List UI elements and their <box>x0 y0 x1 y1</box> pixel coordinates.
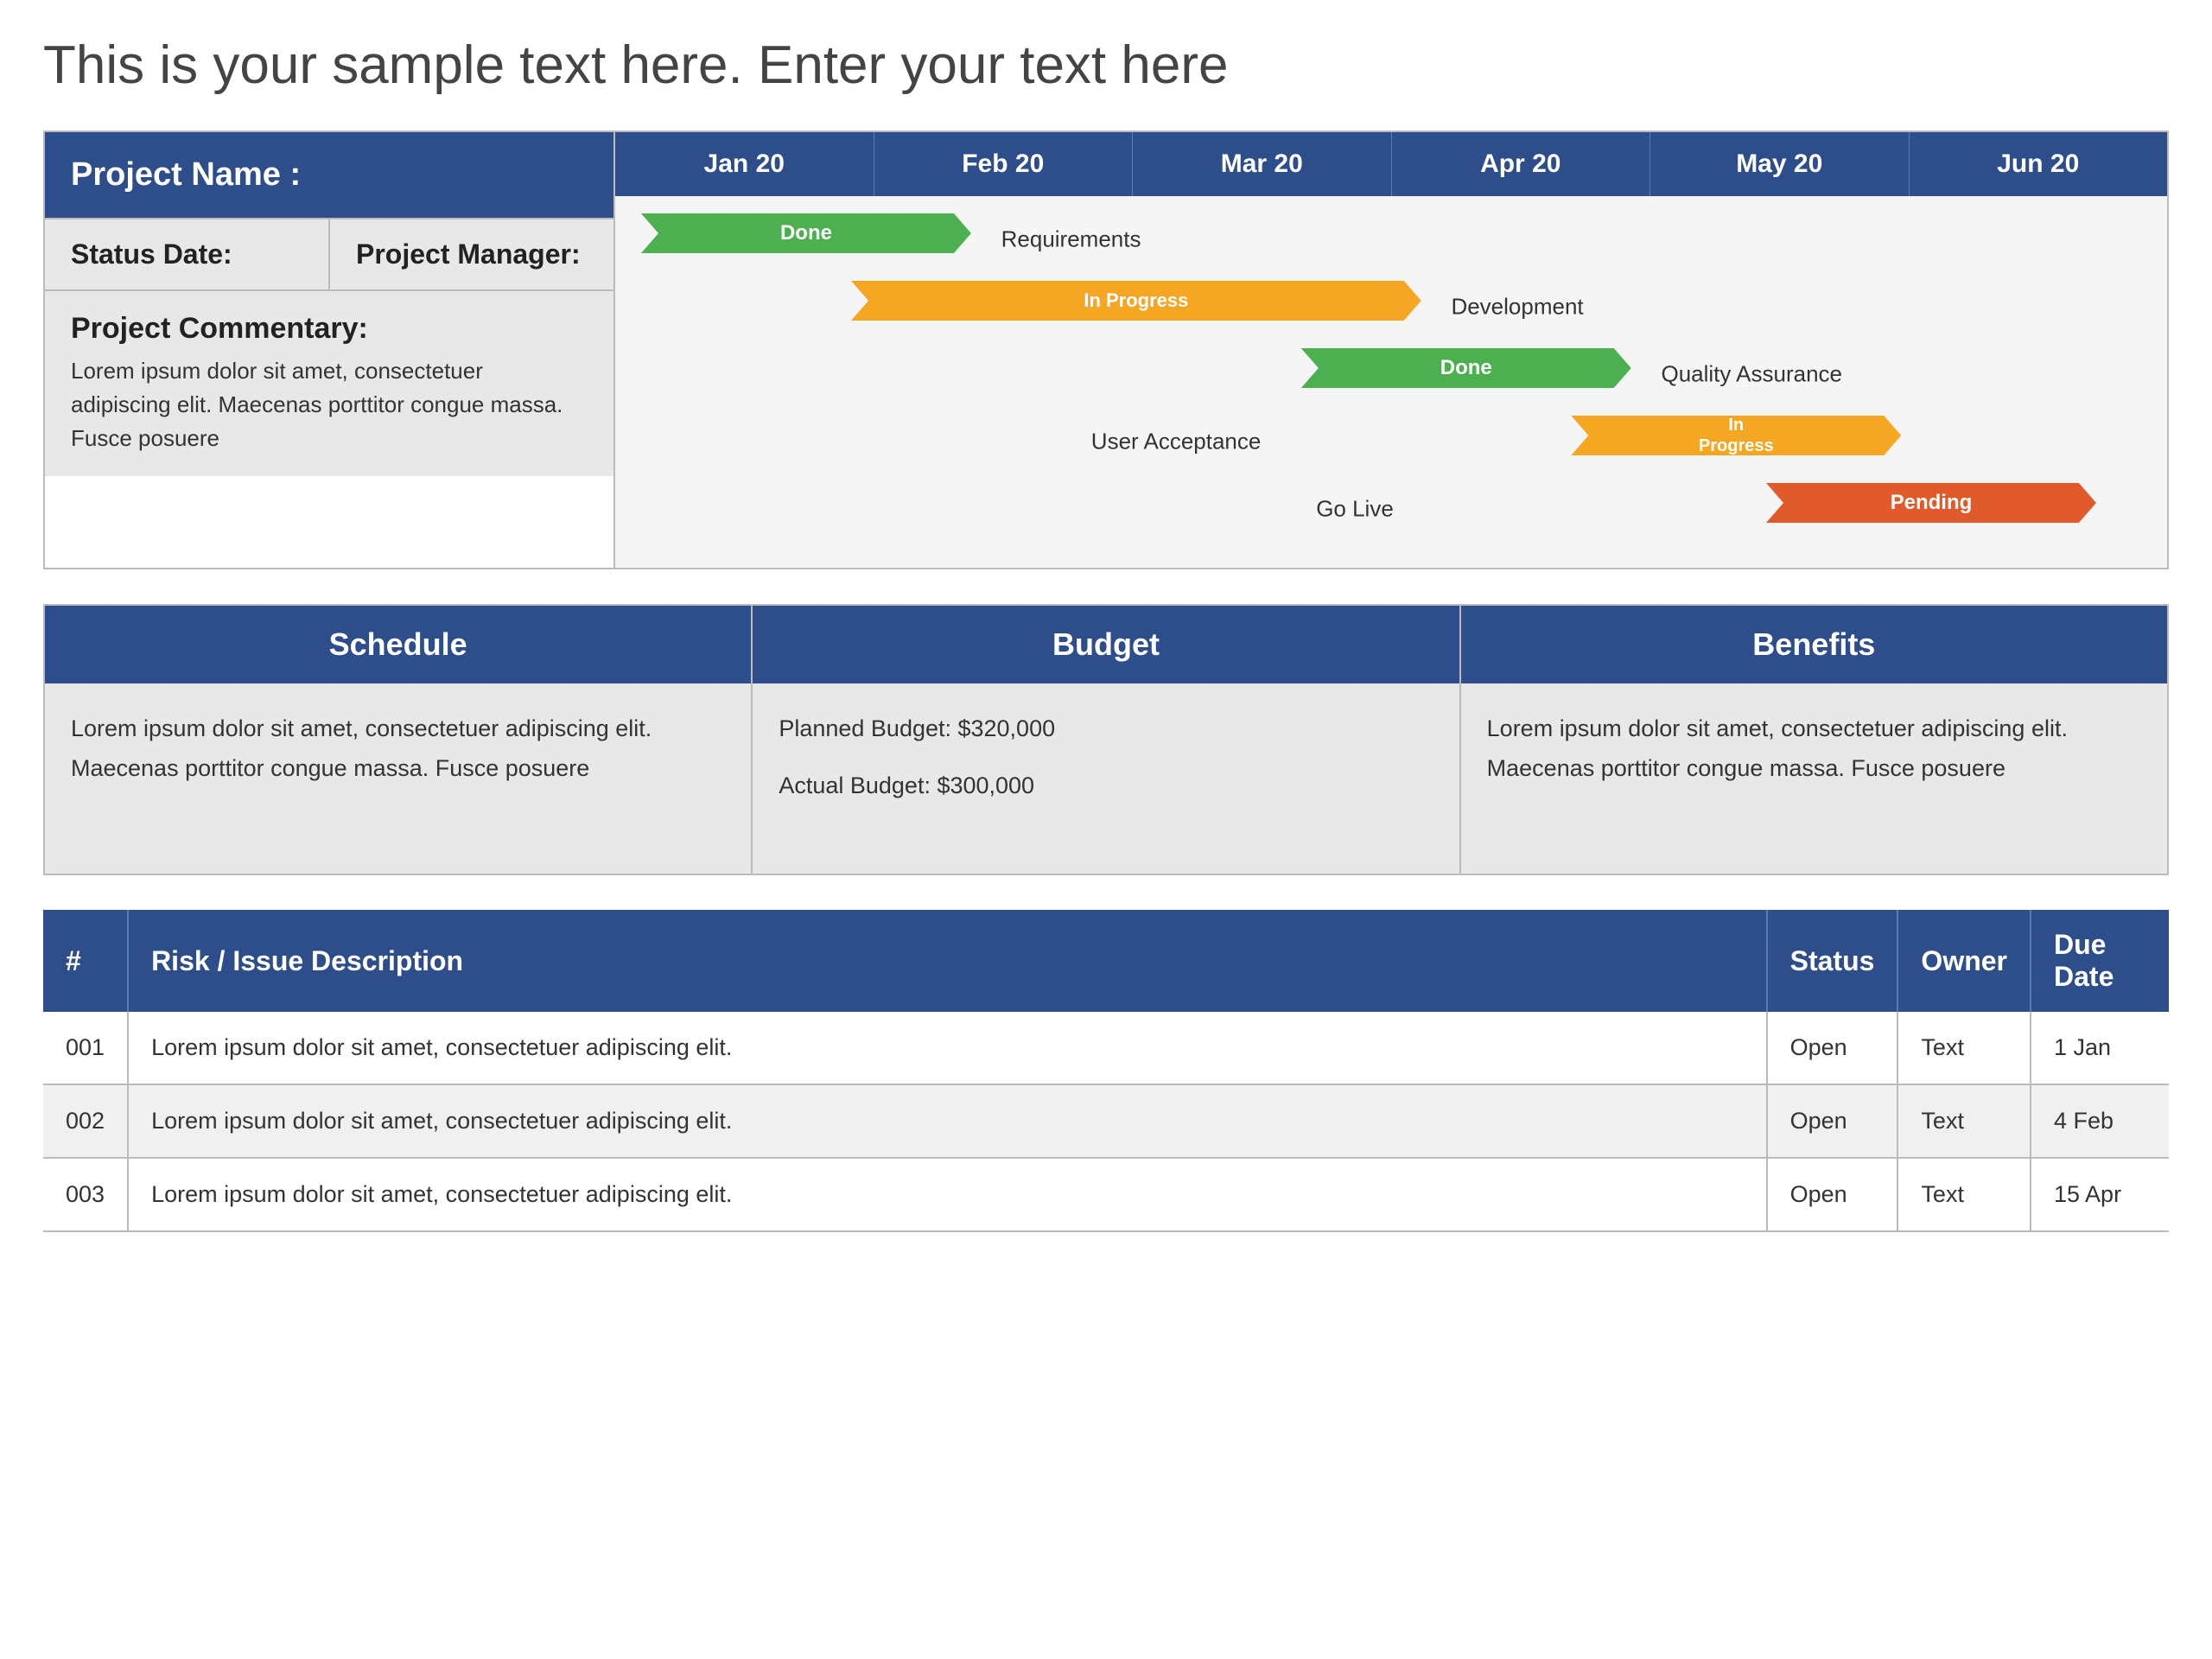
planned-budget: Planned Budget: $320,000 <box>779 709 1433 749</box>
row2-num: 002 <box>43 1084 128 1158</box>
top-section: Project Name : Status Date: Project Mana… <box>43 130 2169 569</box>
row3-owner: Text <box>1897 1158 2031 1231</box>
gantt-bar-development: In Progress <box>851 281 1421 321</box>
commentary-title: Project Commentary: <box>71 312 588 346</box>
benefits-body: Lorem ipsum dolor sit amet, consectetuer… <box>1461 683 2167 874</box>
table-row: 002 Lorem ipsum dolor sit amet, consecte… <box>43 1084 2169 1158</box>
row3-status: Open <box>1767 1158 1898 1231</box>
schedule-header: Schedule <box>45 606 751 683</box>
gantt-month-1: Jan 20 <box>615 132 874 196</box>
gantt-row-golive: Go Live Pending <box>641 483 2141 535</box>
gantt-bar-qa: Done <box>1301 348 1631 388</box>
row3-desc: Lorem ipsum dolor sit amet, consectetuer… <box>128 1158 1767 1231</box>
commentary-row: Project Commentary: Lorem ipsum dolor si… <box>45 289 613 476</box>
actual-budget: Actual Budget: $300,000 <box>779 766 1433 806</box>
row2-desc: Lorem ipsum dolor sit amet, consectetuer… <box>128 1084 1767 1158</box>
gantt-month-6: Jun 20 <box>1910 132 2168 196</box>
gantt-row-development: In Progress Development <box>641 281 2141 333</box>
risk-table-header-row: # Risk / Issue Description Status Owner … <box>43 910 2169 1012</box>
mid-section: Schedule Lorem ipsum dolor sit amet, con… <box>43 604 2169 875</box>
status-date-label: Status Date: <box>45 219 330 289</box>
benefits-col: Benefits Lorem ipsum dolor sit amet, con… <box>1461 606 2167 874</box>
row1-num: 001 <box>43 1012 128 1084</box>
risk-col-status: Status <box>1767 910 1898 1012</box>
row1-owner: Text <box>1897 1012 2031 1084</box>
gantt-row-qa: Done Quality Assurance <box>641 348 2141 400</box>
budget-header: Budget <box>753 606 1459 683</box>
budget-col: Budget Planned Budget: $320,000 Actual B… <box>753 606 1460 874</box>
table-row: 003 Lorem ipsum dolor sit amet, consecte… <box>43 1158 2169 1231</box>
row1-status: Open <box>1767 1012 1898 1084</box>
schedule-body: Lorem ipsum dolor sit amet, consectetuer… <box>45 683 751 874</box>
gantt-label-golive-left: Go Live <box>1316 496 1394 523</box>
gantt-header: Jan 20 Feb 20 Mar 20 Apr 20 May 20 Jun 2… <box>615 132 2167 196</box>
row1-desc: Lorem ipsum dolor sit amet, consectetuer… <box>128 1012 1767 1084</box>
row2-status: Open <box>1767 1084 1898 1158</box>
commentary-text: Lorem ipsum dolor sit amet, consectetuer… <box>71 354 588 455</box>
gantt-bar-requirements: Done <box>641 213 971 253</box>
gantt-label-requirements: Requirements <box>1001 226 1141 253</box>
page-title: This is your sample text here. Enter you… <box>43 35 2169 96</box>
project-info-panel: Project Name : Status Date: Project Mana… <box>45 132 615 568</box>
risk-table: # Risk / Issue Description Status Owner … <box>43 910 2169 1232</box>
gantt-bar-golive: Pending <box>1766 483 2096 523</box>
gantt-month-4: Apr 20 <box>1392 132 1651 196</box>
gantt-label-qa: Quality Assurance <box>1661 361 1842 388</box>
row1-date: 1 Jan <box>2031 1012 2169 1084</box>
risk-col-num: # <box>43 910 128 1012</box>
budget-body: Planned Budget: $320,000 Actual Budget: … <box>753 683 1459 874</box>
gantt-month-2: Feb 20 <box>874 132 1134 196</box>
gantt-month-3: Mar 20 <box>1133 132 1392 196</box>
gantt-row-requirements: Done Requirements <box>641 213 2141 265</box>
gantt-body: Done Requirements In Progress Developmen… <box>615 196 2167 568</box>
row2-date: 4 Feb <box>2031 1084 2169 1158</box>
project-name-row: Project Name : <box>45 132 613 218</box>
gantt-row-uat: User Acceptance InProgress <box>641 416 2141 467</box>
risk-col-date: Due Date <box>2031 910 2169 1012</box>
row2-owner: Text <box>1897 1084 2031 1158</box>
status-manager-row: Status Date: Project Manager: <box>45 218 613 289</box>
table-row: 001 Lorem ipsum dolor sit amet, consecte… <box>43 1012 2169 1084</box>
gantt-month-5: May 20 <box>1650 132 1910 196</box>
row3-num: 003 <box>43 1158 128 1231</box>
row3-date: 15 Apr <box>2031 1158 2169 1231</box>
risk-col-description: Risk / Issue Description <box>128 910 1767 1012</box>
gantt-section: Jan 20 Feb 20 Mar 20 Apr 20 May 20 Jun 2… <box>615 132 2167 568</box>
gantt-label-development: Development <box>1451 294 1583 321</box>
schedule-col: Schedule Lorem ipsum dolor sit amet, con… <box>45 606 753 874</box>
gantt-bar-uat: InProgress <box>1571 416 1901 455</box>
project-manager-label: Project Manager: <box>330 219 613 289</box>
risk-col-owner: Owner <box>1897 910 2031 1012</box>
benefits-header: Benefits <box>1461 606 2167 683</box>
gantt-label-uat-left: User Acceptance <box>1091 429 1262 455</box>
